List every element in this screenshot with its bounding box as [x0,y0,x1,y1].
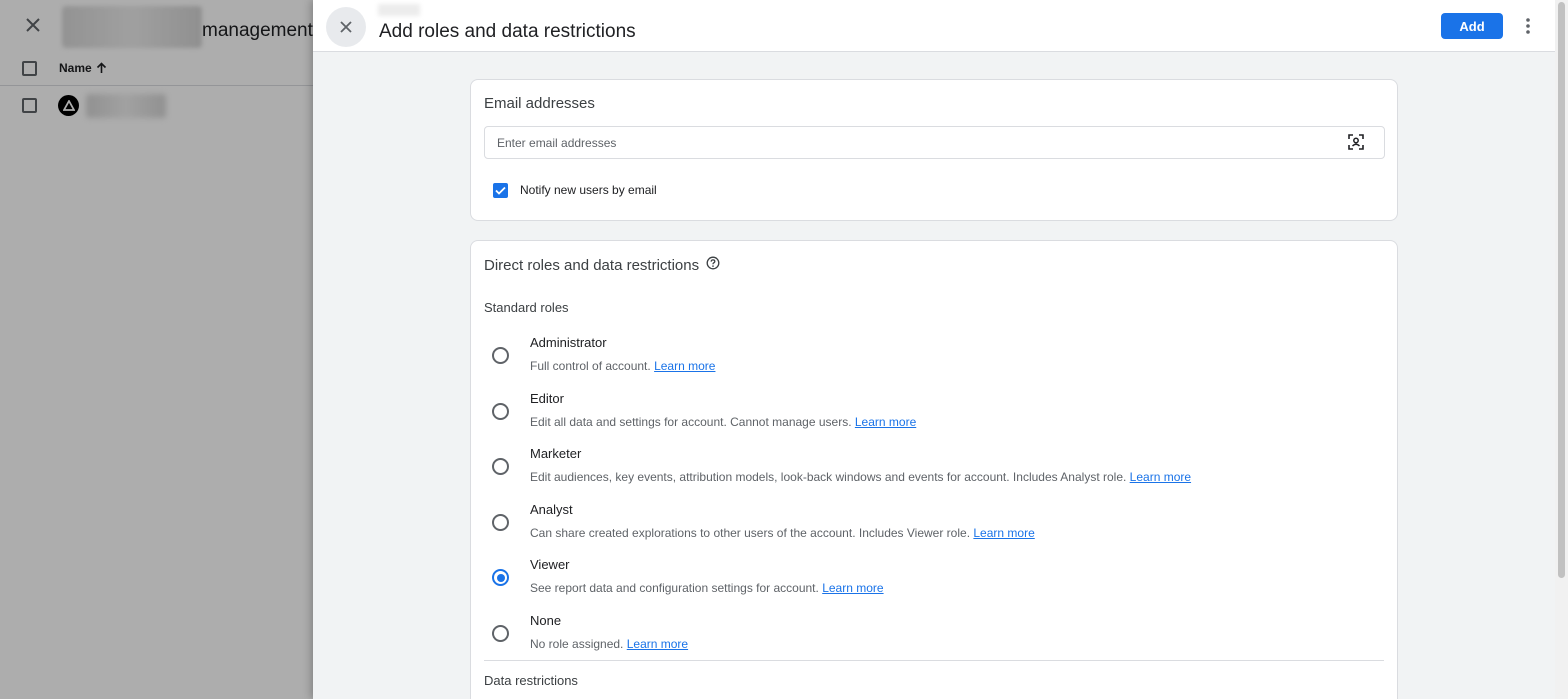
role-description: Edit all data and settings for account. … [530,415,917,429]
roles-section-title: Direct roles and data restrictions [484,257,700,274]
role-radio[interactable] [492,347,509,364]
role-option-viewer[interactable]: Viewer See report data and configuration… [471,557,1397,609]
role-option-editor[interactable]: Editor Edit all data and settings for ac… [471,391,1397,443]
add-roles-panel: Add roles and data restrictions Add Emai… [313,0,1568,699]
close-icon [340,21,352,33]
role-radio[interactable] [492,403,509,420]
role-name: Administrator [530,335,607,350]
role-option-none[interactable]: None No role assigned. Learn more [471,613,1397,665]
role-description: No role assigned. Learn more [530,637,689,651]
role-radio-selected[interactable] [492,569,509,586]
learn-more-link[interactable]: Learn more [822,581,883,595]
panel-close-button[interactable] [326,7,366,47]
role-name: Marketer [530,446,582,461]
learn-more-link[interactable]: Learn more [973,526,1034,540]
role-name: Viewer [530,557,570,572]
notify-users-label: Notify new users by email [520,183,657,197]
contact-scan-icon[interactable] [1347,133,1365,151]
roles-card: Direct roles and data restrictions Stand… [470,240,1398,699]
section-divider [484,660,1384,661]
help-outline-icon[interactable] [706,256,720,270]
learn-more-link[interactable]: Learn more [627,637,688,651]
email-section-title: Email addresses [484,95,595,112]
panel-header: Add roles and data restrictions Add [313,0,1555,52]
role-radio[interactable] [492,458,509,475]
page-title: Add roles and data restrictions [379,21,636,42]
role-option-marketer[interactable]: Marketer Edit audiences, key events, att… [471,446,1397,498]
role-radio[interactable] [492,514,509,531]
more-vert-icon [1526,18,1530,34]
role-name: Editor [530,391,564,406]
redacted-subtitle [378,4,420,16]
role-name: None [530,613,562,628]
role-description: Can share created explorations to other … [530,526,1035,540]
learn-more-link[interactable]: Learn more [855,415,916,429]
standard-roles-label: Standard roles [484,300,569,315]
role-radio[interactable] [492,625,509,642]
notify-users-checkbox[interactable] [493,183,508,198]
role-option-analyst[interactable]: Analyst Can share created explorations t… [471,502,1397,554]
email-addresses-card: Email addresses Notify new users by emai… [470,79,1398,221]
add-button[interactable]: Add [1441,13,1503,39]
learn-more-link[interactable]: Learn more [654,359,715,373]
role-description: See report data and configuration settin… [530,581,884,595]
email-input[interactable] [484,126,1385,159]
role-name: Analyst [530,502,573,517]
more-options-button[interactable] [1518,14,1538,38]
role-option-administrator[interactable]: Administrator Full control of account. L… [471,335,1397,387]
scrollbar-thumb[interactable] [1558,2,1565,578]
learn-more-link[interactable]: Learn more [1130,470,1191,484]
role-description: Edit audiences, key events, attribution … [530,470,1192,484]
role-description: Full control of account. Learn more [530,359,716,373]
data-restrictions-label: Data restrictions [484,673,578,688]
check-icon [495,186,506,195]
